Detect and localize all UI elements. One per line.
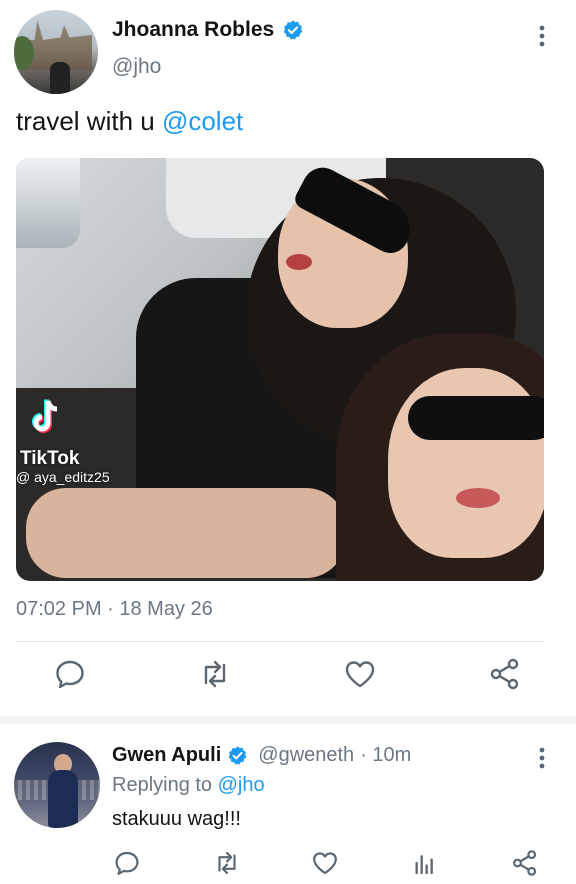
verified-badge-icon [228, 746, 247, 765]
tweet-mention-link[interactable]: @colet [162, 106, 243, 136]
photo-car-window [16, 158, 80, 248]
replying-to: Replying to @jho [112, 774, 265, 797]
tweet-text-body: travel with u [16, 106, 162, 136]
main-tweet: Jhoanna Robles @jho travel with u @colet [0, 0, 576, 716]
reply-tweet[interactable]: Gwen Apuli @gweneth · 10m Replying to @j… [0, 724, 576, 884]
retweet-icon[interactable] [197, 656, 233, 692]
reply-icon[interactable] [52, 656, 88, 692]
reply-author-handle[interactable]: @gweneth [258, 744, 354, 767]
reply-action-bar [0, 848, 576, 882]
author-handle[interactable]: @jho [112, 55, 161, 79]
tiktok-logo-icon [32, 399, 58, 433]
reply-time: · 10m [360, 744, 412, 766]
tweet-text: travel with u @colet [16, 106, 243, 137]
author-avatar[interactable] [14, 10, 98, 94]
reply-header: Gwen Apuli @gweneth · 10m [112, 744, 411, 767]
tweet-action-bar [0, 656, 576, 704]
author-name[interactable]: Jhoanna Robles [112, 18, 274, 42]
reply-text: stakuuu wag!!! [112, 808, 241, 830]
author-name-row: Jhoanna Robles [112, 18, 304, 42]
section-separator [0, 716, 576, 724]
more-vertical-icon[interactable] [528, 22, 556, 50]
replying-to-label: Replying to [112, 774, 218, 796]
reply-author-avatar[interactable] [14, 742, 100, 828]
tiktok-watermark-brand: TikTok [20, 448, 80, 469]
tiktok-watermark-user: @ aya_editz25 [16, 469, 110, 485]
photo-person-2-lips [456, 488, 500, 508]
verified-badge-icon [283, 20, 303, 40]
reply-author-name[interactable]: Gwen Apuli [112, 744, 221, 767]
divider [16, 641, 544, 642]
photo-arm [26, 488, 346, 578]
photo-person-1-lips [286, 254, 312, 270]
avatar-person [50, 62, 70, 94]
replying-to-mention[interactable]: @jho [218, 774, 265, 796]
share-icon[interactable] [487, 656, 523, 692]
reply-icon[interactable] [112, 848, 142, 878]
photo-person-2-sunglasses [408, 396, 544, 440]
tweet-timestamp[interactable]: 07:02 PM · 18 May 26 [16, 598, 213, 621]
analytics-icon[interactable] [410, 848, 440, 878]
tweet-media-photo[interactable]: TikTok @ aya_editz25 [16, 158, 544, 581]
retweet-icon[interactable] [212, 848, 242, 878]
more-vertical-icon[interactable] [528, 744, 556, 772]
like-icon[interactable] [342, 656, 378, 692]
share-icon[interactable] [510, 848, 540, 878]
like-icon[interactable] [310, 848, 340, 878]
avatar-player [48, 770, 78, 828]
